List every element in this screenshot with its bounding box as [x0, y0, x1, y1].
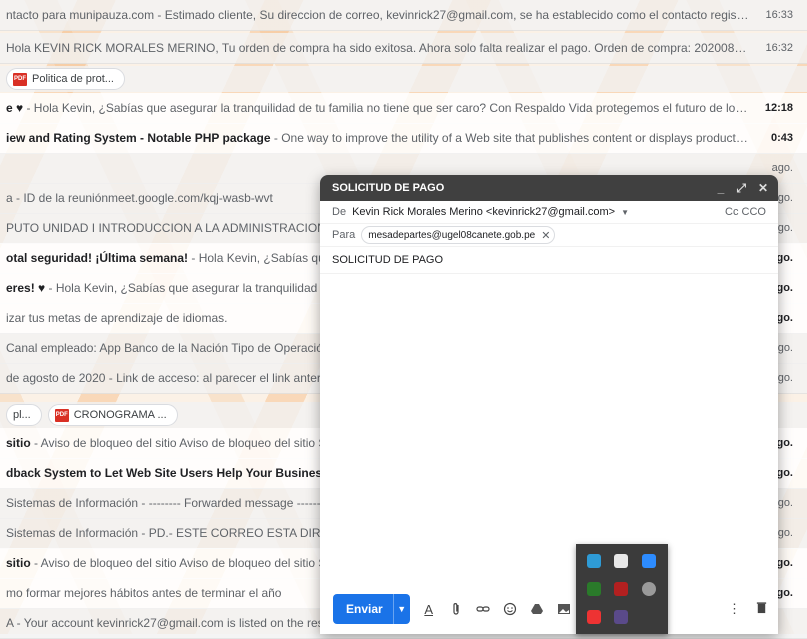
- email-row[interactable]: Hola KEVIN RICK MORALES MERINO, Tu orden…: [0, 33, 807, 64]
- cc-bcc-link[interactable]: Cc CCO: [725, 206, 766, 218]
- email-preview: Sistemas de Información - -------- Forwa…: [6, 496, 355, 510]
- to-field[interactable]: Para mesadepartes@ugel08canete.gob.pe ✕: [320, 224, 778, 247]
- tray-shield-icon[interactable]: [614, 554, 628, 568]
- email-snippet: ntacto para munipauza.com - Estimado cli…: [0, 8, 749, 22]
- minimize-icon[interactable]: _: [718, 181, 725, 195]
- email-time: ago.: [771, 162, 793, 174]
- send-label: Enviar: [346, 602, 383, 616]
- compose-title: SOLICITUD DE PAGO: [332, 182, 445, 194]
- email-preview: A - Your account kevinrick27@gmail.com i…: [6, 616, 342, 630]
- zoom-icon[interactable]: [642, 554, 656, 568]
- message-body[interactable]: [320, 274, 778, 604]
- from-value: Kevin Rick Morales Merino <kevinrick27@g…: [352, 206, 616, 218]
- email-preview: izar tus metas de aprendizaje de idiomas…: [6, 311, 228, 325]
- insert-link-icon[interactable]: [475, 601, 491, 617]
- attach-file-icon[interactable]: [448, 601, 464, 617]
- remove-recipient-icon[interactable]: ✕: [541, 229, 550, 242]
- email-preview: - One way to improve the utility of a We…: [273, 131, 749, 145]
- attachment-row: PDF Politica de prot...: [0, 66, 807, 92]
- attachment-name: CRONOGRAMA ...: [73, 409, 167, 421]
- close-icon[interactable]: ✕: [758, 181, 768, 195]
- nvidia-icon[interactable]: [587, 582, 601, 596]
- email-time: 16:33: [765, 9, 793, 21]
- attachment-chip[interactable]: PDF Politica de prot...: [6, 68, 125, 90]
- recipient-chip[interactable]: mesadepartes@ugel08canete.gob.pe ✕: [361, 226, 556, 244]
- tray-red-icon[interactable]: [614, 582, 628, 596]
- from-label: De: [332, 206, 347, 218]
- tray-app-icon[interactable]: [587, 554, 601, 568]
- email-preview: mo formar mejores hábitos antes de termi…: [6, 586, 282, 600]
- compose-toolbar: Enviar ▼ A ⋮: [320, 584, 778, 634]
- email-preview: - Hola Kevin, ¿Sabías que asegurar la tr…: [45, 281, 355, 295]
- email-preview: Sistemas de Información - PD.- ESTE CORR…: [6, 526, 366, 540]
- email-preview: Hola KEVIN RICK MORALES MERINO, Tu orden…: [6, 41, 749, 55]
- tray-record-icon[interactable]: [587, 610, 601, 624]
- compose-window: SOLICITUD DE PAGO _ ⤢ ✕ De Kevin Rick Mo…: [320, 175, 778, 634]
- attachment-chip[interactable]: pl...: [6, 404, 42, 426]
- email-row[interactable]: iew and Rating System - Notable PHP pack…: [0, 123, 807, 154]
- compose-header[interactable]: SOLICITUD DE PAGO _ ⤢ ✕: [320, 175, 778, 201]
- expand-icon[interactable]: ⤢: [736, 181, 746, 196]
- pdf-icon: PDF: [54, 408, 69, 422]
- email-preview: a - ID de la reuniónmeet.google.com/kqj-…: [6, 191, 273, 205]
- email-preview: - Hola Kevin, ¿Sabías que asegurar la tr…: [23, 101, 749, 115]
- email-preview: - Aviso de bloqueo del sitio Aviso de bl…: [30, 436, 346, 450]
- discard-draft-icon[interactable]: [755, 601, 768, 617]
- attachment-chip[interactable]: PDF CRONOGRAMA ...: [47, 404, 178, 426]
- insert-photo-icon[interactable]: [556, 601, 572, 617]
- email-time: 16:32: [765, 42, 793, 54]
- attachment-name: Politica de prot...: [32, 73, 114, 85]
- pdf-icon: PDF: [13, 72, 27, 86]
- format-text-icon[interactable]: A: [421, 601, 437, 617]
- email-preview: ntacto para munipauza.com - Estimado cli…: [6, 8, 749, 22]
- drive-icon[interactable]: [529, 601, 545, 617]
- email-preview: PUTO UNIDAD I INTRODUCCION A LA ADMINIST…: [6, 221, 374, 235]
- more-options-icon[interactable]: ⋮: [728, 601, 741, 617]
- tray-s-icon[interactable]: [642, 582, 656, 596]
- system-tray-popup: [576, 544, 668, 634]
- email-row[interactable]: e ♥ - Hola Kevin, ¿Sabías que asegurar l…: [0, 93, 807, 124]
- send-button[interactable]: Enviar ▼: [333, 594, 410, 624]
- email-row[interactable]: ntacto para munipauza.com - Estimado cli…: [0, 0, 807, 31]
- email-subject: sitio: [6, 436, 31, 450]
- email-subject: otal seguridad! ¡Última semana!: [6, 251, 189, 265]
- attachment-name: pl...: [13, 409, 31, 421]
- email-subject: eres! ♥: [6, 281, 46, 295]
- from-field[interactable]: De Kevin Rick Morales Merino <kevinrick2…: [320, 201, 778, 224]
- email-subject: sitio: [6, 556, 31, 570]
- email-preview: Canal empleado: App Banco de la Nación T…: [6, 341, 351, 355]
- email-subject: e ♥: [6, 101, 24, 115]
- send-options-icon[interactable]: ▼: [392, 594, 410, 624]
- subject-field[interactable]: SOLICITUD DE PAGO: [320, 247, 778, 274]
- email-snippet: Hola KEVIN RICK MORALES MERINO, Tu orden…: [0, 41, 749, 55]
- email-subject: iew and Rating System - Notable PHP pack…: [6, 131, 271, 145]
- email-preview: - Aviso de bloqueo del sitio Aviso de bl…: [30, 556, 346, 570]
- tray-pen-icon[interactable]: [614, 610, 628, 624]
- email-snippet: iew and Rating System - Notable PHP pack…: [0, 131, 749, 145]
- email-time: 12:18: [764, 102, 793, 114]
- emoji-icon[interactable]: [502, 601, 518, 617]
- email-time: 0:43: [770, 132, 793, 144]
- recipient-address: mesadepartes@ugel08canete.gob.pe: [368, 229, 536, 241]
- email-preview: de agosto de 2020 - Link de acceso: al p…: [6, 371, 351, 385]
- email-snippet: e ♥ - Hola Kevin, ¿Sabías que asegurar l…: [0, 101, 749, 115]
- from-dropdown-icon[interactable]: ▼: [621, 208, 629, 217]
- to-label: Para: [332, 229, 356, 241]
- email-subject: dback System to Let Web Site Users Help …: [6, 466, 374, 480]
